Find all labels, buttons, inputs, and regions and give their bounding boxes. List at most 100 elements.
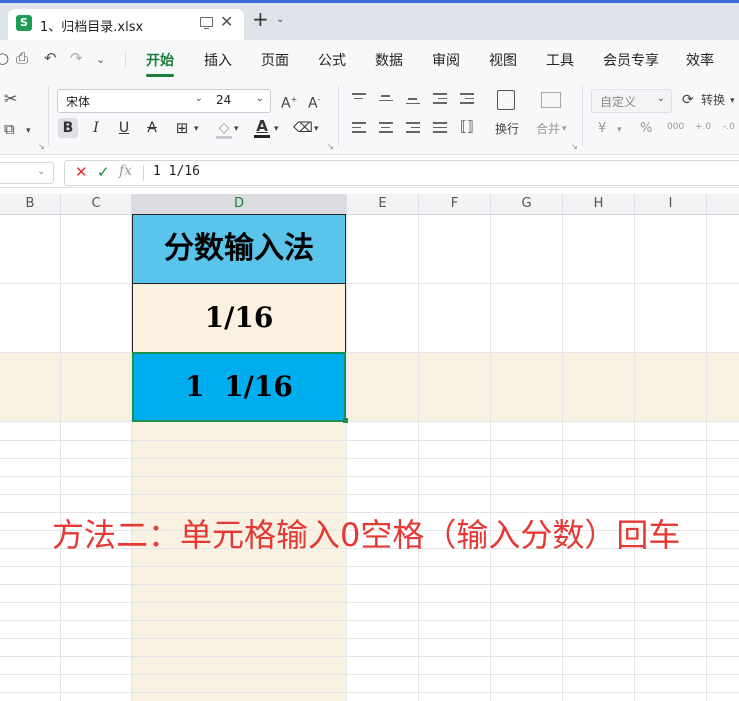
active-tab-indicator: [146, 74, 174, 77]
underline-button[interactable]: U: [114, 118, 134, 138]
align-left-icon[interactable]: [352, 122, 366, 134]
column-header-b[interactable]: B: [0, 194, 61, 214]
chevron-down-icon: ⌄: [194, 93, 203, 104]
chevron-down-icon[interactable]: ▾: [314, 120, 319, 138]
currency-button[interactable]: ¥: [598, 120, 606, 138]
print-preview-icon[interactable]: ⎙: [16, 49, 28, 67]
column-header-g[interactable]: G: [491, 194, 563, 214]
chevron-down-icon[interactable]: ▾: [562, 120, 567, 138]
wrap-text-button[interactable]: 换行: [495, 120, 519, 138]
column-header-h[interactable]: H: [563, 194, 635, 214]
align-center-icon[interactable]: [379, 122, 393, 134]
plus-icon[interactable]: +: [252, 9, 269, 29]
chevron-down-icon: ⌄: [37, 166, 46, 177]
convert-icon[interactable]: ⟳: [682, 91, 694, 109]
font-size-select[interactable]: 24 ⌄: [208, 89, 271, 113]
tab-efficiency[interactable]: 效率: [686, 50, 714, 70]
formula-bar: ⌄ ✕ ✓ fx 1 1/16: [0, 155, 739, 188]
merge-cells-button[interactable]: 合并: [536, 120, 560, 138]
decrease-decimal-button[interactable]: -.0: [723, 118, 735, 136]
clipboard-expand-icon[interactable]: ↘: [38, 138, 45, 156]
ribbon-tab-row: ○ ⎙ ↶ ↷ ⌄ 开始 插入 页面 公式 数据 审阅 视图 工具 会员专享 效…: [0, 40, 739, 78]
chevron-down-icon[interactable]: ▾: [730, 92, 735, 110]
tab-member[interactable]: 会员专享: [603, 50, 659, 70]
decrease-font-icon[interactable]: A-: [308, 91, 320, 113]
tab-page[interactable]: 页面: [261, 50, 289, 70]
tab-data[interactable]: 数据: [375, 50, 403, 70]
chevron-down-icon: ⌄: [656, 93, 665, 104]
chevron-down-icon[interactable]: ▾: [194, 120, 199, 138]
name-box[interactable]: ⌄: [0, 162, 54, 184]
cell-d3-selected[interactable]: 1 1/16: [132, 352, 346, 422]
strikethrough-button[interactable]: A: [142, 118, 162, 138]
cell-d2[interactable]: 1/16: [132, 283, 346, 353]
italic-button[interactable]: I: [86, 118, 106, 138]
quick-access-dropdown-icon[interactable]: ⌄: [96, 53, 105, 66]
border-icon[interactable]: ⊞: [172, 118, 192, 138]
tab-review[interactable]: 审阅: [432, 50, 460, 70]
increase-indent-icon[interactable]: [460, 93, 474, 105]
tab-insert[interactable]: 插入: [204, 50, 232, 70]
chevron-down-icon: ⌄: [255, 93, 264, 104]
font-name-select[interactable]: 宋体 ⌄: [57, 89, 210, 113]
distributed-align-icon[interactable]: ⟦⟧: [460, 118, 474, 136]
column-header-d[interactable]: D: [132, 194, 347, 214]
chevron-down-icon[interactable]: ⌄: [276, 14, 284, 25]
decrease-indent-icon[interactable]: [433, 93, 447, 105]
chevron-down-icon[interactable]: ▾: [617, 121, 622, 139]
cancel-icon[interactable]: ✕: [75, 163, 88, 181]
document-tab[interactable]: S 1、归档目录.xlsx ✕: [8, 9, 244, 40]
thousands-separator-button[interactable]: 000: [667, 118, 684, 136]
column-header-i[interactable]: I: [635, 194, 707, 214]
formula-input[interactable]: 1 1/16: [153, 164, 200, 179]
redo-icon[interactable]: ↷: [70, 49, 83, 67]
tab-tools[interactable]: 工具: [546, 50, 574, 70]
tab-formula[interactable]: 公式: [318, 50, 346, 70]
tab-view[interactable]: 视图: [489, 50, 517, 70]
number-format-value: 自定义: [600, 95, 637, 109]
fill-handle[interactable]: [343, 418, 348, 423]
align-bottom-icon[interactable]: [406, 98, 420, 110]
function-icon[interactable]: fx: [119, 163, 132, 179]
column-header-next[interactable]: [707, 194, 739, 214]
selected-row-highlight: [0, 352, 739, 421]
chevron-down-icon[interactable]: ▾: [234, 120, 239, 138]
save-icon[interactable]: ○: [0, 49, 9, 67]
title-bar: S 1、归档目录.xlsx ✕ + ⌄: [0, 0, 739, 40]
selected-column-highlight: [132, 421, 346, 701]
spreadsheet-icon: S: [16, 15, 32, 31]
column-header-c[interactable]: C: [61, 194, 132, 214]
column-header-row: B C D E F G H I: [0, 194, 739, 215]
clear-format-icon[interactable]: ⌫: [293, 118, 313, 138]
wrap-text-icon[interactable]: [497, 90, 515, 110]
increase-decimal-button[interactable]: +.0: [695, 118, 711, 136]
undo-icon[interactable]: ↶: [44, 49, 57, 67]
number-format-select[interactable]: 自定义 ⌄: [591, 89, 672, 113]
align-middle-icon[interactable]: [379, 95, 393, 107]
document-tab-title: 1、归档目录.xlsx: [40, 20, 144, 35]
font-expand-icon[interactable]: ↘: [327, 138, 334, 156]
align-right-icon[interactable]: [406, 122, 420, 134]
increase-font-icon[interactable]: A+: [281, 91, 297, 113]
merge-cells-icon[interactable]: [541, 92, 561, 108]
alignment-expand-icon[interactable]: ↘: [571, 138, 578, 156]
column-header-e[interactable]: E: [347, 194, 419, 214]
copy-icon[interactable]: ⧉: [4, 120, 15, 138]
formula-input-box: ✕ ✓ fx 1 1/16: [64, 160, 739, 186]
justify-icon[interactable]: [433, 122, 447, 134]
fill-color-icon[interactable]: ◇: [214, 118, 234, 138]
convert-button[interactable]: 转换: [701, 91, 725, 109]
bold-button[interactable]: B: [58, 118, 78, 138]
column-header-f[interactable]: F: [419, 194, 491, 214]
check-icon[interactable]: ✓: [97, 163, 110, 181]
cell-d1[interactable]: 分数输入法: [132, 214, 346, 284]
close-icon[interactable]: ✕: [220, 12, 233, 31]
cut-icon[interactable]: ✂: [4, 90, 17, 108]
monitor-icon[interactable]: [200, 17, 213, 30]
percent-button[interactable]: %: [640, 120, 652, 138]
font-color-icon[interactable]: A: [252, 116, 272, 136]
align-top-icon[interactable]: [352, 93, 366, 105]
tab-home[interactable]: 开始: [146, 50, 174, 70]
chevron-down-icon[interactable]: ▾: [274, 120, 279, 138]
copy-dropdown-icon[interactable]: ▾: [26, 122, 31, 140]
